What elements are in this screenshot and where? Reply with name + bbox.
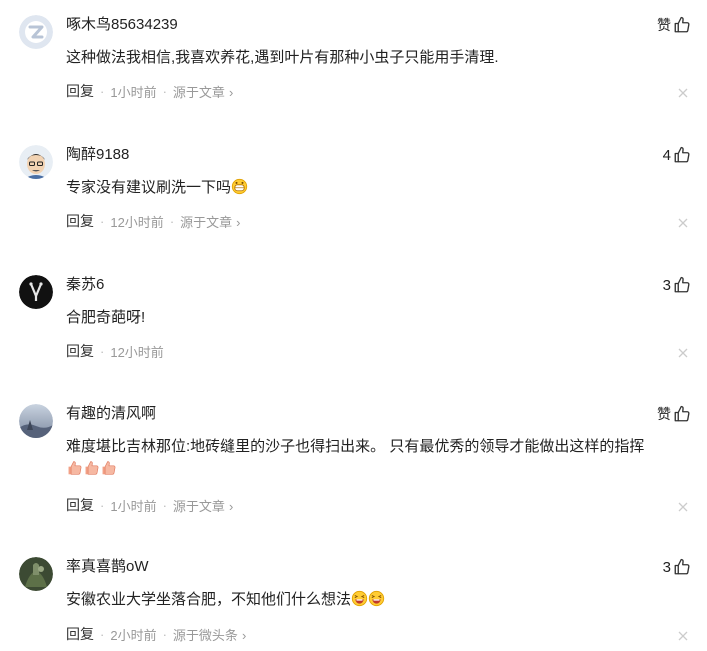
reply-button[interactable]: 回复 xyxy=(66,341,94,361)
reply-button[interactable]: 回复 xyxy=(66,495,94,515)
source-label: 源于文章 xyxy=(172,498,225,514)
comment-text: 安徽农业大学坐落合肥，不知他们什么想法 xyxy=(66,589,687,611)
like-button[interactable]: 4 xyxy=(663,145,691,165)
separator-dot: · xyxy=(169,213,175,229)
source-label: 源于文章 xyxy=(180,214,233,230)
avatar[interactable] xyxy=(19,275,53,309)
thumbs-up-emoji xyxy=(100,459,117,476)
avatar[interactable] xyxy=(19,557,53,591)
source-label: 源于微头条 xyxy=(172,627,238,643)
chevron-right-icon: › xyxy=(228,498,234,514)
like-count: 3 xyxy=(662,276,671,294)
separator-dot: · xyxy=(100,343,105,359)
comment-text-content: 专家没有建议刷洗一下吗 xyxy=(66,179,232,196)
like-button[interactable]: 赞 xyxy=(657,15,691,35)
comment-item: 啄木鸟85634239 赞 这种做法我相信,我喜欢养花,遇到叶片有那种小虫子只能… xyxy=(0,15,707,115)
like-button[interactable]: 3 xyxy=(663,557,691,577)
source-link[interactable]: 源于文章 › xyxy=(173,82,233,101)
comment-feed: 啄木鸟85634239 赞 这种做法我相信,我喜欢养花,遇到叶片有那种小虫子只能… xyxy=(0,0,707,651)
laughing-face-emoji xyxy=(368,590,385,607)
comment-meta: 回复 · 2小时前 · 源于微头条 › xyxy=(66,625,246,643)
username[interactable]: 秦苏6 xyxy=(66,275,104,295)
separator-dot: · xyxy=(100,213,105,229)
comment-item: 率真喜鹊oW 3 安徽农业大学坐落合肥，不知他们什么想法 回复 · 2小时前 ·… xyxy=(0,557,707,651)
timestamp: 2小时前 xyxy=(110,627,157,643)
avatar[interactable] xyxy=(19,404,53,438)
thumbs-up-icon xyxy=(673,276,691,294)
close-icon[interactable] xyxy=(677,347,689,359)
like-button[interactable]: 赞 xyxy=(657,404,691,424)
avatar[interactable] xyxy=(19,15,53,49)
comment-text: 这种做法我相信,我喜欢养花,遇到叶片有那种小虫子只能用手清理. xyxy=(66,47,687,69)
like-count: 3 xyxy=(662,558,671,576)
chevron-right-icon: › xyxy=(228,84,234,100)
comment-text: 合肥奇葩呀! xyxy=(66,307,687,329)
separator-dot: · xyxy=(162,83,167,99)
comment-meta: 回复 · 1小时前 · 源于文章 › xyxy=(66,496,233,514)
close-icon[interactable] xyxy=(677,87,689,99)
chevron-right-icon: › xyxy=(241,627,247,643)
comment-text-content: 难度堪比吉林那位:地砖缝里的沙子也得扫出来。 只有最优秀的领导才能做出这样的指挥 xyxy=(66,438,645,455)
separator-dot: · xyxy=(100,83,105,99)
comment-meta: 回复 · 1小时前 · 源于文章 › xyxy=(66,82,233,100)
timestamp: 12小时前 xyxy=(110,344,164,360)
comment-text-content: 合肥奇葩呀! xyxy=(66,309,146,326)
comment-meta: 回复 · 12小时前 xyxy=(66,342,164,360)
timestamp: 1小时前 xyxy=(110,84,157,100)
thumbs-up-icon xyxy=(673,16,691,34)
comment-text-content: 安徽农业大学坐落合肥，不知他们什么想法 xyxy=(66,591,352,608)
source-link[interactable]: 源于文章 › xyxy=(180,212,240,231)
comment-item: 陶醉9188 4 专家没有建议刷洗一下吗 回复 · 12小时前 · 源于文章 › xyxy=(0,145,707,245)
like-label: 赞 xyxy=(657,406,671,422)
separator-dot: · xyxy=(100,626,105,642)
avatar[interactable] xyxy=(19,145,53,179)
grinning-face-emoji xyxy=(231,178,248,195)
comment-item: 有趣的清风啊 赞 难度堪比吉林那位:地砖缝里的沙子也得扫出来。 只有最优秀的领导… xyxy=(0,404,707,524)
username[interactable]: 有趣的清风啊 xyxy=(66,404,156,424)
reply-button[interactable]: 回复 xyxy=(66,624,94,644)
thumbs-up-emoji xyxy=(83,459,100,476)
username[interactable]: 率真喜鹊oW xyxy=(66,557,149,577)
close-icon[interactable] xyxy=(677,217,689,229)
separator-dot: · xyxy=(100,497,105,513)
source-link[interactable]: 源于文章 › xyxy=(173,496,233,515)
like-button[interactable]: 3 xyxy=(663,275,691,295)
source-link[interactable]: 源于微头条 › xyxy=(173,625,246,644)
comment-text: 专家没有建议刷洗一下吗 xyxy=(66,177,687,199)
like-count: 4 xyxy=(662,146,671,164)
thumbs-up-icon xyxy=(673,405,691,423)
laughing-face-emoji xyxy=(351,590,368,607)
username[interactable]: 陶醉9188 xyxy=(66,145,129,165)
thumbs-up-emoji xyxy=(66,459,83,476)
separator-dot: · xyxy=(162,626,167,642)
close-icon[interactable] xyxy=(677,630,689,642)
comment-text: 难度堪比吉林那位:地砖缝里的沙子也得扫出来。 只有最优秀的领导才能做出这样的指挥 xyxy=(66,436,687,480)
timestamp: 1小时前 xyxy=(110,498,157,514)
timestamp: 12小时前 xyxy=(110,214,164,230)
username[interactable]: 啄木鸟85634239 xyxy=(66,15,178,35)
comment-text-content: 这种做法我相信,我喜欢养花,遇到叶片有那种小虫子只能用手清理. xyxy=(66,49,499,66)
comment-item: 秦苏6 3 合肥奇葩呀! 回复 · 12小时前 xyxy=(0,275,707,375)
reply-button[interactable]: 回复 xyxy=(66,81,94,101)
comment-meta: 回复 · 12小时前 · 源于文章 › xyxy=(66,212,241,230)
source-label: 源于文章 xyxy=(172,84,225,100)
chevron-right-icon: › xyxy=(236,214,241,230)
close-icon[interactable] xyxy=(677,501,689,513)
like-label: 赞 xyxy=(657,17,671,33)
thumbs-up-icon xyxy=(673,558,691,576)
thumbs-up-icon xyxy=(673,146,691,164)
separator-dot: · xyxy=(162,497,167,513)
reply-button[interactable]: 回复 xyxy=(66,211,94,231)
